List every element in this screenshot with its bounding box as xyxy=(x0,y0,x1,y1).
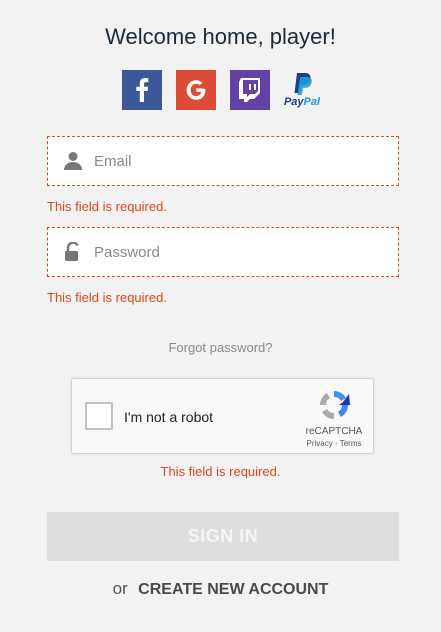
create-account-row: or CREATE NEW ACCOUNT xyxy=(0,579,441,599)
recaptcha-checkbox[interactable] xyxy=(85,402,113,430)
create-account-link[interactable]: CREATE NEW ACCOUNT xyxy=(138,581,328,598)
email-input[interactable] xyxy=(94,137,384,185)
twitch-login-button[interactable] xyxy=(230,70,270,110)
recaptcha-privacy-terms[interactable]: Privacy - Terms xyxy=(298,439,370,448)
paypal-label: PayPal xyxy=(283,96,321,108)
recaptcha-label: I'm not a robot xyxy=(124,409,214,425)
captcha-error: This field is required. xyxy=(160,464,281,479)
user-icon xyxy=(64,152,82,170)
password-input[interactable] xyxy=(94,228,384,276)
password-error: This field is required. xyxy=(47,290,167,305)
lock-icon xyxy=(65,242,79,261)
facebook-login-button[interactable] xyxy=(122,70,162,110)
password-field xyxy=(47,227,399,277)
google-login-button[interactable] xyxy=(176,70,216,110)
google-icon xyxy=(186,80,206,100)
twitch-icon xyxy=(239,78,260,102)
sign-in-button[interactable]: SIGN IN xyxy=(47,512,399,561)
or-text: or xyxy=(112,579,128,598)
recaptcha-widget: I'm not a robot reCAPTCHA Privacy - Term… xyxy=(71,378,374,454)
facebook-icon xyxy=(136,78,149,102)
email-error: This field is required. xyxy=(47,199,167,214)
recaptcha-brand: reCAPTCHA xyxy=(305,426,363,437)
forgot-password-link[interactable]: Forgot password? xyxy=(0,340,441,355)
social-login-row: PayPal xyxy=(122,70,332,110)
paypal-icon xyxy=(294,73,312,95)
email-field xyxy=(47,136,399,186)
page-title: Welcome home, player! xyxy=(105,24,336,49)
paypal-login-button[interactable]: PayPal xyxy=(282,70,322,110)
recaptcha-icon xyxy=(320,391,350,419)
